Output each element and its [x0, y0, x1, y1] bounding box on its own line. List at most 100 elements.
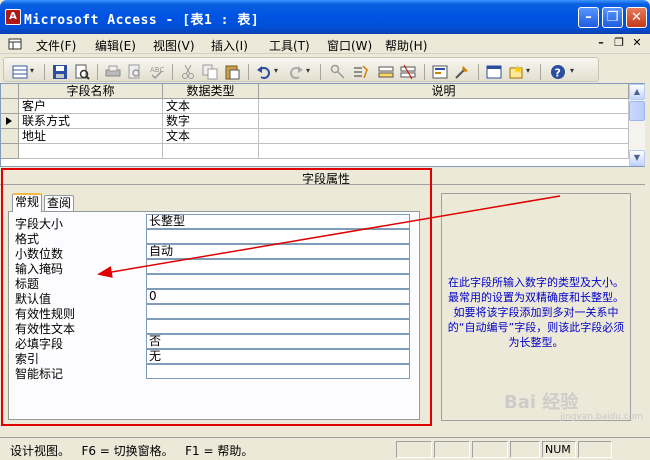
grid-corner [1, 84, 19, 99]
restore-button[interactable]: ❐ [602, 7, 623, 28]
data-type-cell[interactable] [163, 144, 259, 159]
scroll-up-icon[interactable]: ▲ [629, 84, 645, 100]
print-preview-icon[interactable] [127, 64, 143, 80]
properties-divider [0, 184, 645, 185]
svg-text:ABC: ABC [150, 66, 164, 74]
row-selector[interactable] [1, 99, 19, 114]
scroll-thumb[interactable] [629, 101, 645, 121]
decimal-places-field[interactable]: 自动 [146, 244, 410, 259]
format-field[interactable] [146, 229, 410, 244]
scroll-down-icon[interactable]: ▼ [629, 150, 645, 166]
print-icon[interactable] [105, 64, 121, 80]
spelling-icon[interactable]: ABC [149, 64, 165, 80]
field-name-cell[interactable]: 客户 [19, 99, 163, 114]
menu-window[interactable]: 窗口(W) [327, 37, 372, 54]
required-field[interactable]: 否 [146, 334, 410, 349]
toolbar: ▾ ABC ▾ ▾ ▾ ? ▾ [0, 55, 650, 83]
toolbar-separator [424, 64, 425, 80]
cut-icon[interactable] [180, 64, 196, 80]
tab-general[interactable]: 常规 [12, 193, 43, 212]
menu-bar: 文件(F) 编辑(E) 视图(V) 插入(I) 工具(T) 窗口(W) 帮助(H… [0, 34, 650, 54]
title-bar: A Microsoft Access - [表1 : 表] – ❐ ✕ [0, 0, 650, 34]
grid-vertical-scrollbar[interactable]: ▲ ▼ [629, 84, 645, 166]
data-type-cell[interactable]: 文本 [163, 129, 259, 144]
search-icon[interactable] [74, 64, 90, 80]
primary-key-icon[interactable] [330, 64, 346, 80]
row-selector[interactable] [1, 129, 19, 144]
column-header-field-name[interactable]: 字段名称 [19, 84, 163, 99]
toolbar-separator [44, 64, 45, 80]
help-icon[interactable]: ? [550, 64, 566, 80]
menu-view[interactable]: 视图(V) [153, 37, 195, 54]
new-object-icon[interactable] [508, 64, 524, 80]
field-name-cell[interactable] [19, 144, 163, 159]
mdi-close-icon[interactable]: ✕ [630, 36, 644, 50]
menu-help[interactable]: 帮助(H) [385, 37, 427, 54]
undo-icon[interactable] [256, 64, 272, 80]
indexes-icon[interactable] [352, 64, 368, 80]
validation-rule-field[interactable] [146, 304, 410, 319]
mdi-minimize-icon[interactable]: – [594, 36, 608, 50]
close-button[interactable]: ✕ [626, 7, 647, 28]
paste-icon[interactable] [224, 64, 240, 80]
smart-tags-field[interactable] [146, 364, 410, 379]
table-menu-icon[interactable] [8, 37, 22, 51]
description-cell[interactable] [259, 129, 629, 144]
watermark-logo: Bai 经验 [504, 392, 579, 413]
save-icon[interactable] [52, 64, 68, 80]
new-object-dropdown-icon[interactable]: ▾ [526, 66, 530, 75]
delete-rows-icon[interactable] [400, 64, 416, 80]
current-row-icon [6, 117, 12, 125]
restore-icon: ❐ [606, 10, 619, 25]
database-window-icon[interactable] [486, 64, 502, 80]
general-properties-panel: 字段大小 长整型 格式 小数位数 自动 输入掩码 标题 默认值 0 有效性规则 … [8, 211, 420, 420]
properties-icon[interactable] [432, 64, 448, 80]
description-cell[interactable] [259, 99, 629, 114]
mdi-restore-icon[interactable]: ❐ [612, 36, 626, 50]
column-header-data-type[interactable]: 数据类型 [163, 84, 259, 99]
status-panel [434, 441, 470, 458]
menu-insert[interactable]: 插入(I) [211, 37, 248, 54]
design-view-icon[interactable] [12, 64, 28, 80]
menu-file[interactable]: 文件(F) [36, 37, 76, 54]
minimize-button[interactable]: – [578, 7, 599, 28]
input-mask-field[interactable] [146, 259, 410, 274]
insert-rows-icon[interactable] [378, 64, 394, 80]
toolbar-separator [478, 64, 479, 80]
validation-text-field[interactable] [146, 319, 410, 334]
indexed-field[interactable]: 无 [146, 349, 410, 364]
status-bar: 设计视图。 F6 = 切换窗格。 F1 = 帮助。 NUM [0, 437, 650, 460]
build-icon[interactable] [454, 64, 470, 80]
undo-dropdown-icon[interactable]: ▾ [274, 66, 278, 75]
column-header-description[interactable]: 说明 [259, 84, 629, 99]
toolbar-options-dropdown-icon[interactable]: ▾ [570, 66, 574, 75]
redo-dropdown-icon[interactable]: ▾ [306, 66, 310, 75]
field-name-cell[interactable]: 联系方式 [19, 114, 163, 129]
redo-icon[interactable] [288, 64, 304, 80]
description-cell[interactable] [259, 144, 629, 159]
data-type-cell[interactable]: 数字 [163, 114, 259, 129]
toolbar-separator [540, 64, 541, 80]
status-panel [578, 441, 612, 458]
default-value-field[interactable]: 0 [146, 289, 410, 304]
field-name-cell[interactable]: 地址 [19, 129, 163, 144]
row-selector[interactable] [1, 114, 19, 129]
copy-icon[interactable] [202, 64, 218, 80]
data-type-cell[interactable]: 文本 [163, 99, 259, 114]
status-panel [510, 441, 540, 458]
status-panel [396, 441, 432, 458]
property-help-text: 在此字段所输入数字的类型及大小。 最常用的设置为双精确度和长整型。 如要将该字段… [447, 276, 625, 349]
row-selector[interactable] [1, 144, 19, 159]
field-grid: 字段名称 数据类型 说明 客户 文本 联系方式 数字 地址 文本 ▲ ▼ [0, 83, 645, 167]
field-size-field[interactable]: 长整型 [146, 214, 410, 229]
tab-lookup[interactable]: 查阅 [44, 195, 75, 211]
toolbar-separator [320, 64, 321, 80]
access-app-icon[interactable]: A [5, 9, 21, 25]
menu-tools[interactable]: 工具(T) [269, 37, 310, 54]
menu-edit[interactable]: 编辑(E) [95, 37, 136, 54]
description-cell[interactable] [259, 114, 629, 129]
view-dropdown-icon[interactable]: ▾ [30, 66, 34, 75]
caption-field[interactable] [146, 274, 410, 289]
property-label: 智能标记 [15, 367, 64, 381]
toolbar-separator [248, 64, 249, 80]
